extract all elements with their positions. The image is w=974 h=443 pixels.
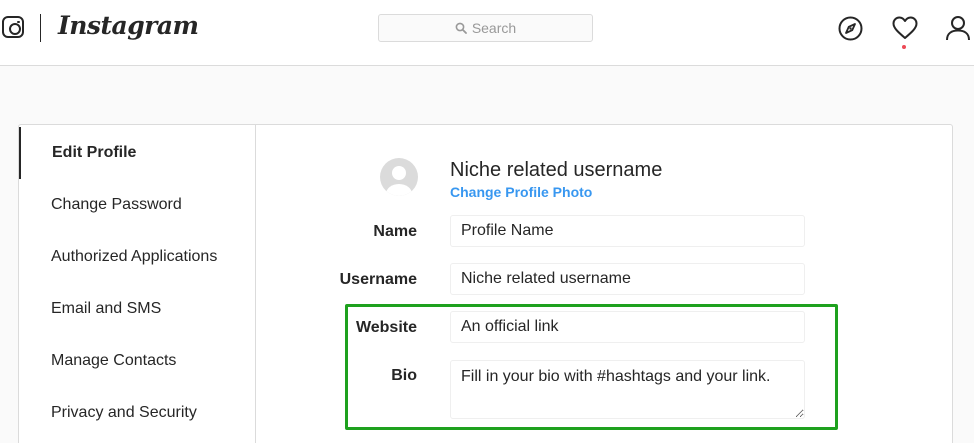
sidebar-item-manage-contacts[interactable]: Manage Contacts bbox=[19, 335, 255, 387]
top-navigation-bar: Instagram Search bbox=[0, 0, 974, 66]
sidebar-item-edit-profile[interactable]: Edit Profile bbox=[19, 127, 255, 179]
notification-dot bbox=[902, 45, 906, 49]
heart-icon[interactable] bbox=[892, 16, 918, 40]
instagram-glyph-icon[interactable] bbox=[2, 16, 24, 38]
person-icon[interactable] bbox=[945, 15, 971, 41]
settings-panel: Edit Profile Change Password Authorized … bbox=[18, 124, 953, 443]
website-input[interactable] bbox=[450, 311, 805, 343]
bio-label: Bio bbox=[391, 367, 417, 384]
profile-username: Niche related username bbox=[450, 159, 663, 181]
change-profile-photo-link[interactable]: Change Profile Photo bbox=[450, 184, 592, 200]
sidebar-item-email-and-sms[interactable]: Email and SMS bbox=[19, 283, 255, 335]
logo-divider bbox=[40, 14, 41, 42]
settings-sidebar: Edit Profile Change Password Authorized … bbox=[19, 125, 256, 443]
compass-icon[interactable] bbox=[838, 16, 863, 41]
sidebar-item-authorized-applications[interactable]: Authorized Applications bbox=[19, 231, 255, 283]
avatar-placeholder-icon bbox=[386, 166, 412, 196]
username-label: Username bbox=[339, 271, 417, 288]
website-label: Website bbox=[355, 319, 417, 336]
name-input[interactable] bbox=[450, 215, 805, 247]
avatar[interactable] bbox=[380, 158, 418, 196]
sidebar-item-change-password[interactable]: Change Password bbox=[19, 179, 255, 231]
sidebar-item-privacy-and-security[interactable]: Privacy and Security bbox=[19, 387, 255, 439]
instagram-wordmark-logo[interactable]: Instagram bbox=[58, 11, 199, 40]
name-label: Name bbox=[373, 223, 417, 240]
username-input[interactable] bbox=[450, 263, 805, 295]
search-box[interactable]: Search bbox=[378, 14, 593, 42]
bio-textarea[interactable]: Fill in your bio with #hashtags and your… bbox=[450, 360, 805, 419]
search-placeholder: Search bbox=[471, 20, 517, 36]
search-icon bbox=[455, 22, 467, 34]
